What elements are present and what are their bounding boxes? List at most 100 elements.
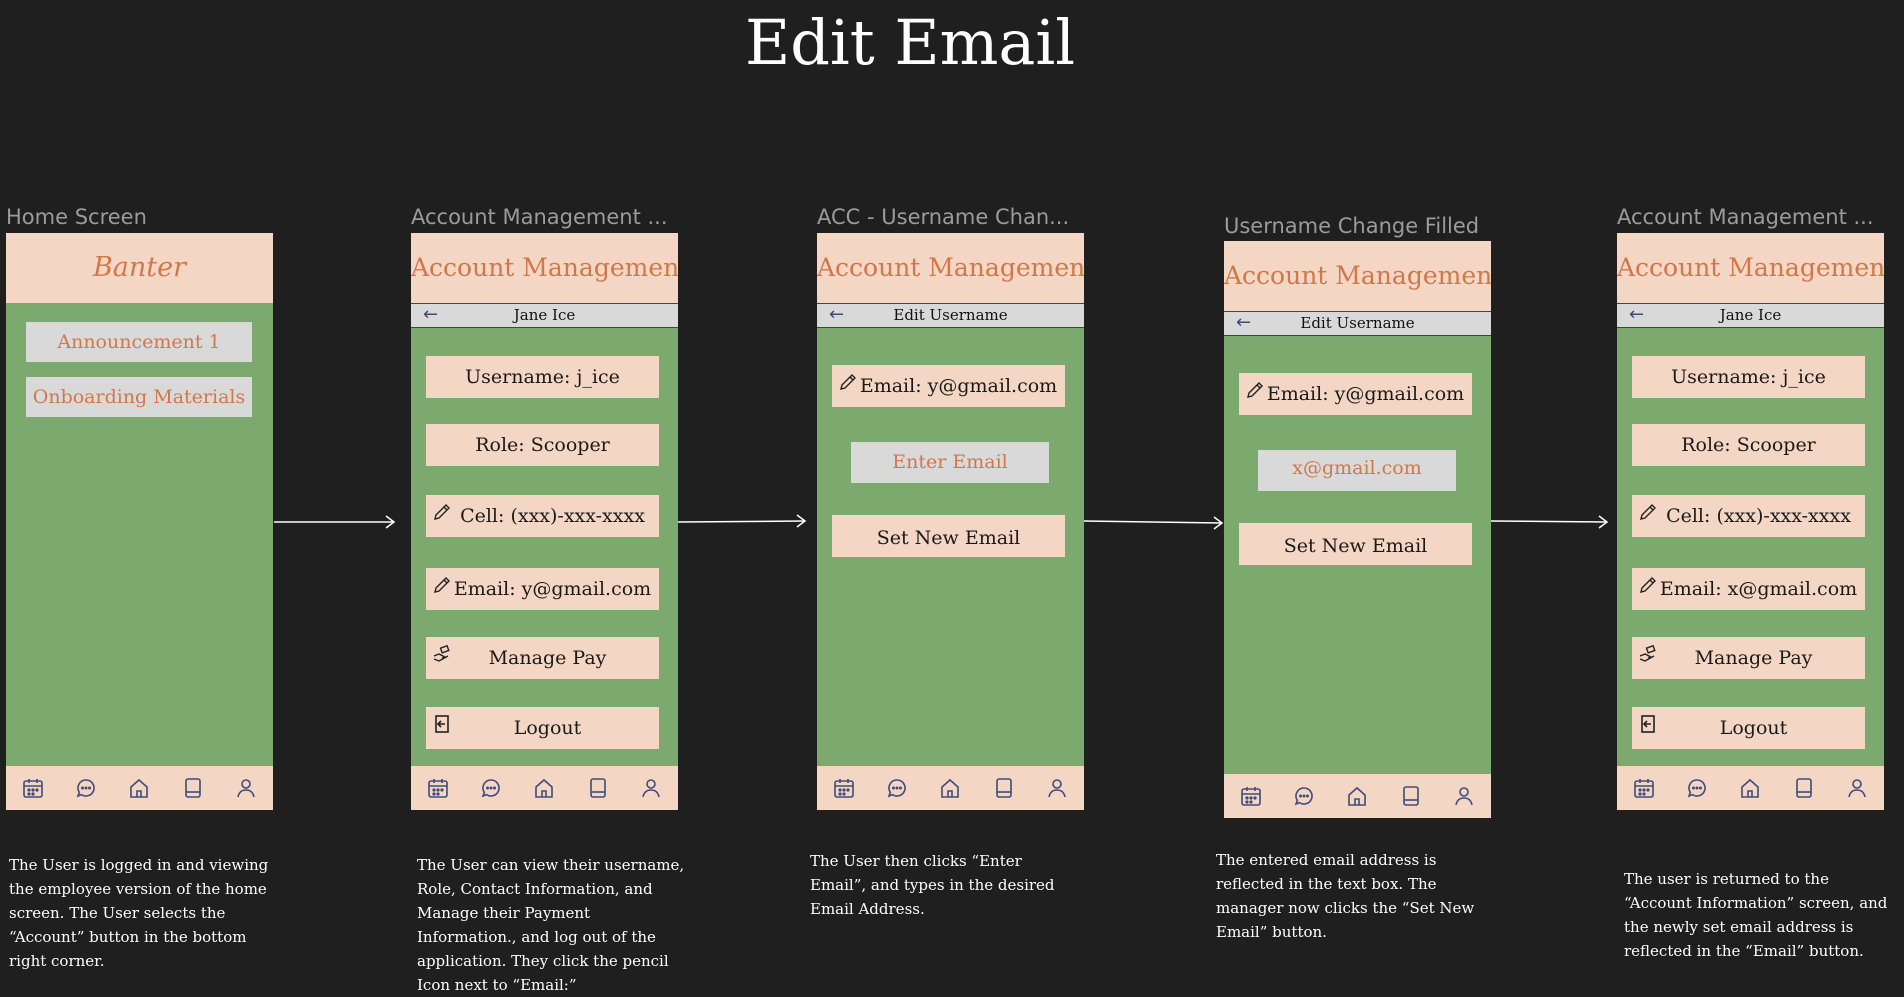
set-new-email-label: Set New Email (1283, 535, 1428, 557)
hand-money-icon (432, 637, 452, 679)
username-label: Username: j_ice (465, 366, 620, 388)
home-icon[interactable] (124, 773, 154, 803)
calendar-icon[interactable] (1629, 773, 1659, 803)
logout-label: Logout (1719, 717, 1788, 739)
cell-button[interactable]: Cell: (xxx)-xxx-xxxx (426, 495, 659, 537)
calendar-icon[interactable] (18, 773, 48, 803)
phone-account-management-updated: Account Management ← Jane Ice Username: … (1617, 233, 1884, 810)
book-icon[interactable] (178, 773, 208, 803)
home-icon[interactable] (935, 773, 965, 803)
back-arrow-icon[interactable]: ← (423, 304, 438, 326)
book-icon[interactable] (1396, 781, 1426, 811)
account-icon[interactable] (1842, 773, 1872, 803)
account-icon[interactable] (1042, 773, 1072, 803)
frame-label-home: Home Screen (6, 205, 147, 229)
sub-header-label: Jane Ice (1719, 306, 1782, 324)
app-header: Account Management (411, 233, 678, 303)
frame-label-account-management: Account Management ... (411, 205, 668, 229)
role-label: Role: Scooper (475, 434, 610, 456)
set-new-email-button[interactable]: Set New Email (1239, 523, 1472, 565)
app-header: Account Management (1617, 233, 1884, 303)
book-icon[interactable] (1789, 773, 1819, 803)
pencil-icon[interactable] (432, 495, 452, 537)
pencil-icon[interactable] (838, 365, 858, 407)
book-icon[interactable] (583, 773, 613, 803)
calendar-icon[interactable] (423, 773, 453, 803)
manage-pay-button[interactable]: Manage Pay (1632, 637, 1865, 679)
hand-money-icon (1638, 637, 1658, 679)
chat-icon[interactable] (71, 773, 101, 803)
cell-label: Cell: (xxx)-xxx-xxxx (1666, 505, 1851, 527)
phone-home-screen: Banter Announcement 1 Onboarding Materia… (6, 233, 273, 810)
sub-header: ← Jane Ice (411, 303, 678, 328)
chat-icon[interactable] (1289, 781, 1319, 811)
flow-arrow-4 (1490, 520, 1608, 523)
phone-account-management: Account Management ← Jane Ice Username: … (411, 233, 678, 810)
pencil-icon[interactable] (432, 568, 452, 610)
sub-header-label: Edit Username (1300, 314, 1415, 332)
back-arrow-icon[interactable]: ← (829, 304, 844, 326)
role-button[interactable]: Role: Scooper (1632, 424, 1865, 466)
email-input-filled[interactable]: x@gmail.com (1258, 450, 1456, 491)
logout-label: Logout (513, 717, 582, 739)
email-button[interactable]: Email: x@gmail.com (1632, 568, 1865, 610)
app-header-banter: Banter (6, 233, 273, 303)
bottom-nav (411, 766, 678, 810)
role-button[interactable]: Role: Scooper (426, 424, 659, 466)
calendar-icon[interactable] (829, 773, 859, 803)
pencil-icon[interactable] (1245, 373, 1265, 415)
set-new-email-button[interactable]: Set New Email (832, 515, 1065, 557)
sub-header-label: Edit Username (893, 306, 1008, 324)
pencil-icon[interactable] (1638, 568, 1658, 610)
phone-edit-email: Account Management ← Edit Username Email… (817, 233, 1084, 810)
calendar-icon[interactable] (1236, 781, 1266, 811)
username-button[interactable]: Username: j_ice (426, 356, 659, 398)
manage-pay-button[interactable]: Manage Pay (426, 637, 659, 679)
logout-icon (1638, 707, 1658, 749)
description-enter-email: The User then clicks “Enter Email”, and … (810, 852, 1055, 918)
app-header: Account Management (817, 233, 1084, 303)
description-account-management: The User can view their username, Role, … (417, 856, 685, 994)
account-icon[interactable] (1449, 781, 1479, 811)
email-label: Email: x@gmail.com (1659, 578, 1858, 600)
email-button[interactable]: Email: y@gmail.com (832, 365, 1065, 407)
logout-button[interactable]: Logout (1632, 707, 1865, 749)
announcement-button[interactable]: Announcement 1 (26, 322, 252, 362)
manage-pay-label: Manage Pay (1694, 647, 1813, 669)
chat-icon[interactable] (882, 773, 912, 803)
bottom-nav (1224, 774, 1491, 818)
bottom-nav (817, 766, 1084, 810)
email-button[interactable]: Email: y@gmail.com (1239, 373, 1472, 415)
back-arrow-icon[interactable]: ← (1629, 304, 1644, 326)
phone-email-filled: Account Management ← Edit Username Email… (1224, 241, 1491, 818)
book-icon[interactable] (989, 773, 1019, 803)
description-home: The User is logged in and viewing the em… (9, 856, 269, 970)
account-icon[interactable] (231, 773, 261, 803)
home-icon[interactable] (1735, 773, 1765, 803)
home-icon[interactable] (529, 773, 559, 803)
app-header: Account Management (1224, 241, 1491, 311)
pencil-icon[interactable] (1638, 495, 1658, 537)
account-icon[interactable] (636, 773, 666, 803)
enter-email-input[interactable]: Enter Email (851, 442, 1049, 483)
email-label: Email: y@gmail.com (859, 375, 1058, 397)
sub-header: ← Jane Ice (1617, 303, 1884, 328)
logout-icon (432, 707, 452, 749)
cell-button[interactable]: Cell: (xxx)-xxx-xxxx (1632, 495, 1865, 537)
chat-icon[interactable] (476, 773, 506, 803)
sub-header: ← Edit Username (817, 303, 1084, 328)
frame-label-username-change: ACC - Username Chan... (817, 205, 1070, 229)
description-email-filled: The entered email address is reflected i… (1216, 851, 1475, 941)
email-button[interactable]: Email: y@gmail.com (426, 568, 659, 610)
onboarding-button[interactable]: Onboarding Materials (26, 377, 252, 417)
manage-pay-label: Manage Pay (488, 647, 607, 669)
logout-button[interactable]: Logout (426, 707, 659, 749)
bottom-nav (1617, 766, 1884, 810)
home-icon[interactable] (1342, 781, 1372, 811)
flow-arrow-2 (677, 520, 806, 523)
role-label: Role: Scooper (1681, 434, 1816, 456)
username-button[interactable]: Username: j_ice (1632, 356, 1865, 398)
chat-icon[interactable] (1682, 773, 1712, 803)
set-new-email-label: Set New Email (876, 527, 1021, 549)
back-arrow-icon[interactable]: ← (1236, 312, 1251, 334)
